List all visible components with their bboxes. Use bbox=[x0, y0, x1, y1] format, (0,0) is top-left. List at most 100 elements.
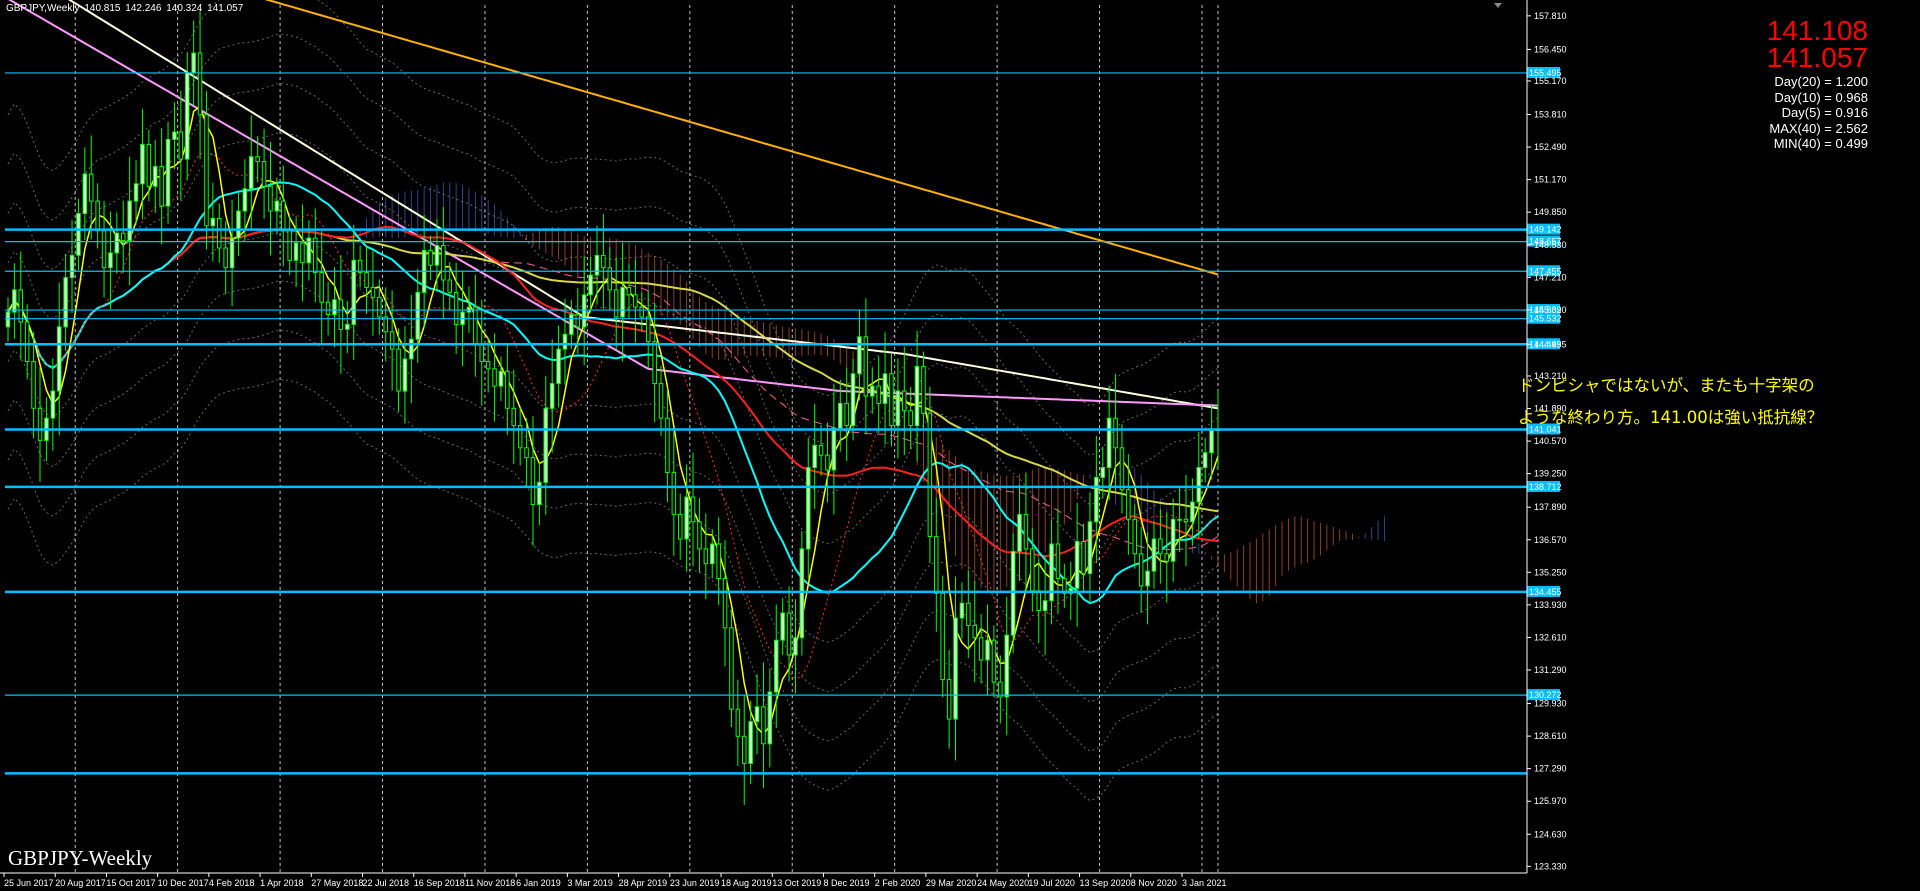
candle-body bbox=[191, 52, 196, 74]
candle-body bbox=[1183, 518, 1189, 523]
candle-body bbox=[108, 252, 113, 269]
stat-max40: MAX(40) = 2.562 bbox=[1769, 120, 1868, 136]
candle-body bbox=[793, 637, 798, 656]
y-tick-label: 153.810 bbox=[1534, 110, 1567, 120]
candle-body bbox=[767, 691, 773, 745]
candle-body bbox=[1010, 550, 1016, 636]
level-price-label: 145.532 bbox=[1529, 314, 1562, 324]
candle-body bbox=[165, 138, 171, 207]
candle-body bbox=[774, 639, 779, 693]
y-tick-label: 144.495 bbox=[1534, 339, 1567, 349]
candle-body bbox=[377, 296, 382, 318]
candle-body bbox=[121, 232, 126, 242]
candle-body bbox=[415, 291, 420, 340]
x-tick-label: 8 Dec 2019 bbox=[823, 878, 869, 888]
candle-body bbox=[863, 336, 869, 397]
candle-body bbox=[364, 272, 369, 288]
candle-body bbox=[908, 410, 913, 427]
candle-body bbox=[524, 447, 529, 459]
candle-body bbox=[1119, 447, 1125, 491]
candle-body bbox=[678, 513, 683, 540]
chart-header: GBPJPY,Weekly 140.815 142.246 140.324 14… bbox=[6, 3, 245, 14]
x-tick-label: 3 Mar 2019 bbox=[567, 878, 613, 888]
candle-body bbox=[652, 341, 657, 385]
candle-body bbox=[1190, 501, 1195, 523]
candle-body bbox=[37, 407, 43, 441]
candle-body bbox=[293, 242, 299, 261]
candle-body bbox=[729, 627, 734, 710]
candle-body bbox=[63, 277, 68, 328]
candle-body bbox=[178, 131, 184, 160]
candle-body bbox=[838, 402, 843, 429]
candle-body bbox=[255, 156, 260, 163]
y-tick-label: 149.850 bbox=[1534, 207, 1567, 217]
candlestick-chart: 155.495149.142148.657147.455145.882145.5… bbox=[0, 0, 1920, 891]
candle-body bbox=[735, 708, 741, 737]
y-tick-label: 147.210 bbox=[1534, 272, 1567, 282]
candle-body bbox=[1164, 553, 1169, 562]
candle-body bbox=[902, 390, 907, 412]
x-tick-label: 24 May 2020 bbox=[977, 878, 1029, 888]
y-tick-label: 124.630 bbox=[1534, 829, 1567, 839]
candle-body bbox=[453, 291, 459, 325]
candle-body bbox=[338, 299, 344, 330]
candle-body bbox=[1017, 513, 1022, 552]
candle-body bbox=[229, 237, 235, 269]
y-tick-label: 145.890 bbox=[1534, 305, 1567, 315]
x-tick-label: 4 Feb 2018 bbox=[209, 878, 255, 888]
x-tick-label: 19 Jul 2020 bbox=[1028, 878, 1075, 888]
candle-body bbox=[492, 368, 497, 387]
candle-body bbox=[18, 289, 23, 323]
x-tick-label: 13 Sep 2020 bbox=[1080, 878, 1131, 888]
candle-body bbox=[1209, 430, 1214, 454]
candle-body bbox=[1106, 417, 1112, 469]
candle-body bbox=[1158, 538, 1163, 555]
candle-body bbox=[633, 294, 638, 308]
candle-body bbox=[1055, 543, 1061, 579]
y-tick-label: 132.610 bbox=[1534, 632, 1567, 642]
candle-body bbox=[761, 706, 766, 745]
y-tick-label: 139.250 bbox=[1534, 469, 1567, 479]
candle-body bbox=[101, 230, 107, 269]
candle-body bbox=[12, 289, 17, 313]
candle-body bbox=[505, 370, 510, 409]
y-tick-label: 135.250 bbox=[1534, 567, 1567, 577]
ohlc-high: 142.246 bbox=[125, 3, 162, 14]
x-tick-label: 28 Apr 2019 bbox=[619, 878, 668, 888]
y-tick-label: 148.530 bbox=[1534, 240, 1567, 250]
candle-body bbox=[498, 370, 504, 387]
candle-body bbox=[1004, 634, 1009, 698]
candle-body bbox=[1145, 570, 1150, 587]
candle-body bbox=[581, 294, 587, 328]
candle-body bbox=[620, 286, 625, 318]
candle-body bbox=[242, 188, 248, 212]
candle-body bbox=[562, 333, 568, 350]
y-tick-label: 123.330 bbox=[1534, 861, 1567, 871]
candle-body bbox=[5, 311, 11, 328]
candle-body bbox=[914, 365, 920, 427]
symbol-label: GBPJPY,Weekly bbox=[6, 3, 80, 14]
candle-body bbox=[82, 173, 88, 214]
candle-body bbox=[671, 471, 677, 515]
y-tick-label: 156.450 bbox=[1534, 44, 1567, 54]
candle-body bbox=[921, 365, 926, 414]
candle-body bbox=[895, 390, 901, 426]
candle-body bbox=[710, 543, 715, 565]
candle-body bbox=[543, 407, 548, 483]
candle-body bbox=[703, 548, 709, 565]
candle-body bbox=[927, 412, 933, 538]
candle-body bbox=[261, 161, 267, 187]
candle-body bbox=[300, 242, 305, 264]
candle-body bbox=[389, 331, 395, 350]
candle-body bbox=[966, 602, 971, 626]
level-price-label: 138.712 bbox=[1529, 482, 1562, 492]
candle-body bbox=[665, 417, 670, 474]
candle-body bbox=[953, 617, 958, 720]
candle-body bbox=[530, 457, 536, 506]
candle-body bbox=[786, 612, 792, 656]
candle-body bbox=[370, 286, 376, 298]
candle-body bbox=[684, 496, 689, 540]
x-tick-label: 27 May 2018 bbox=[311, 878, 363, 888]
candle-body bbox=[934, 536, 939, 594]
candle-body bbox=[1126, 489, 1131, 520]
